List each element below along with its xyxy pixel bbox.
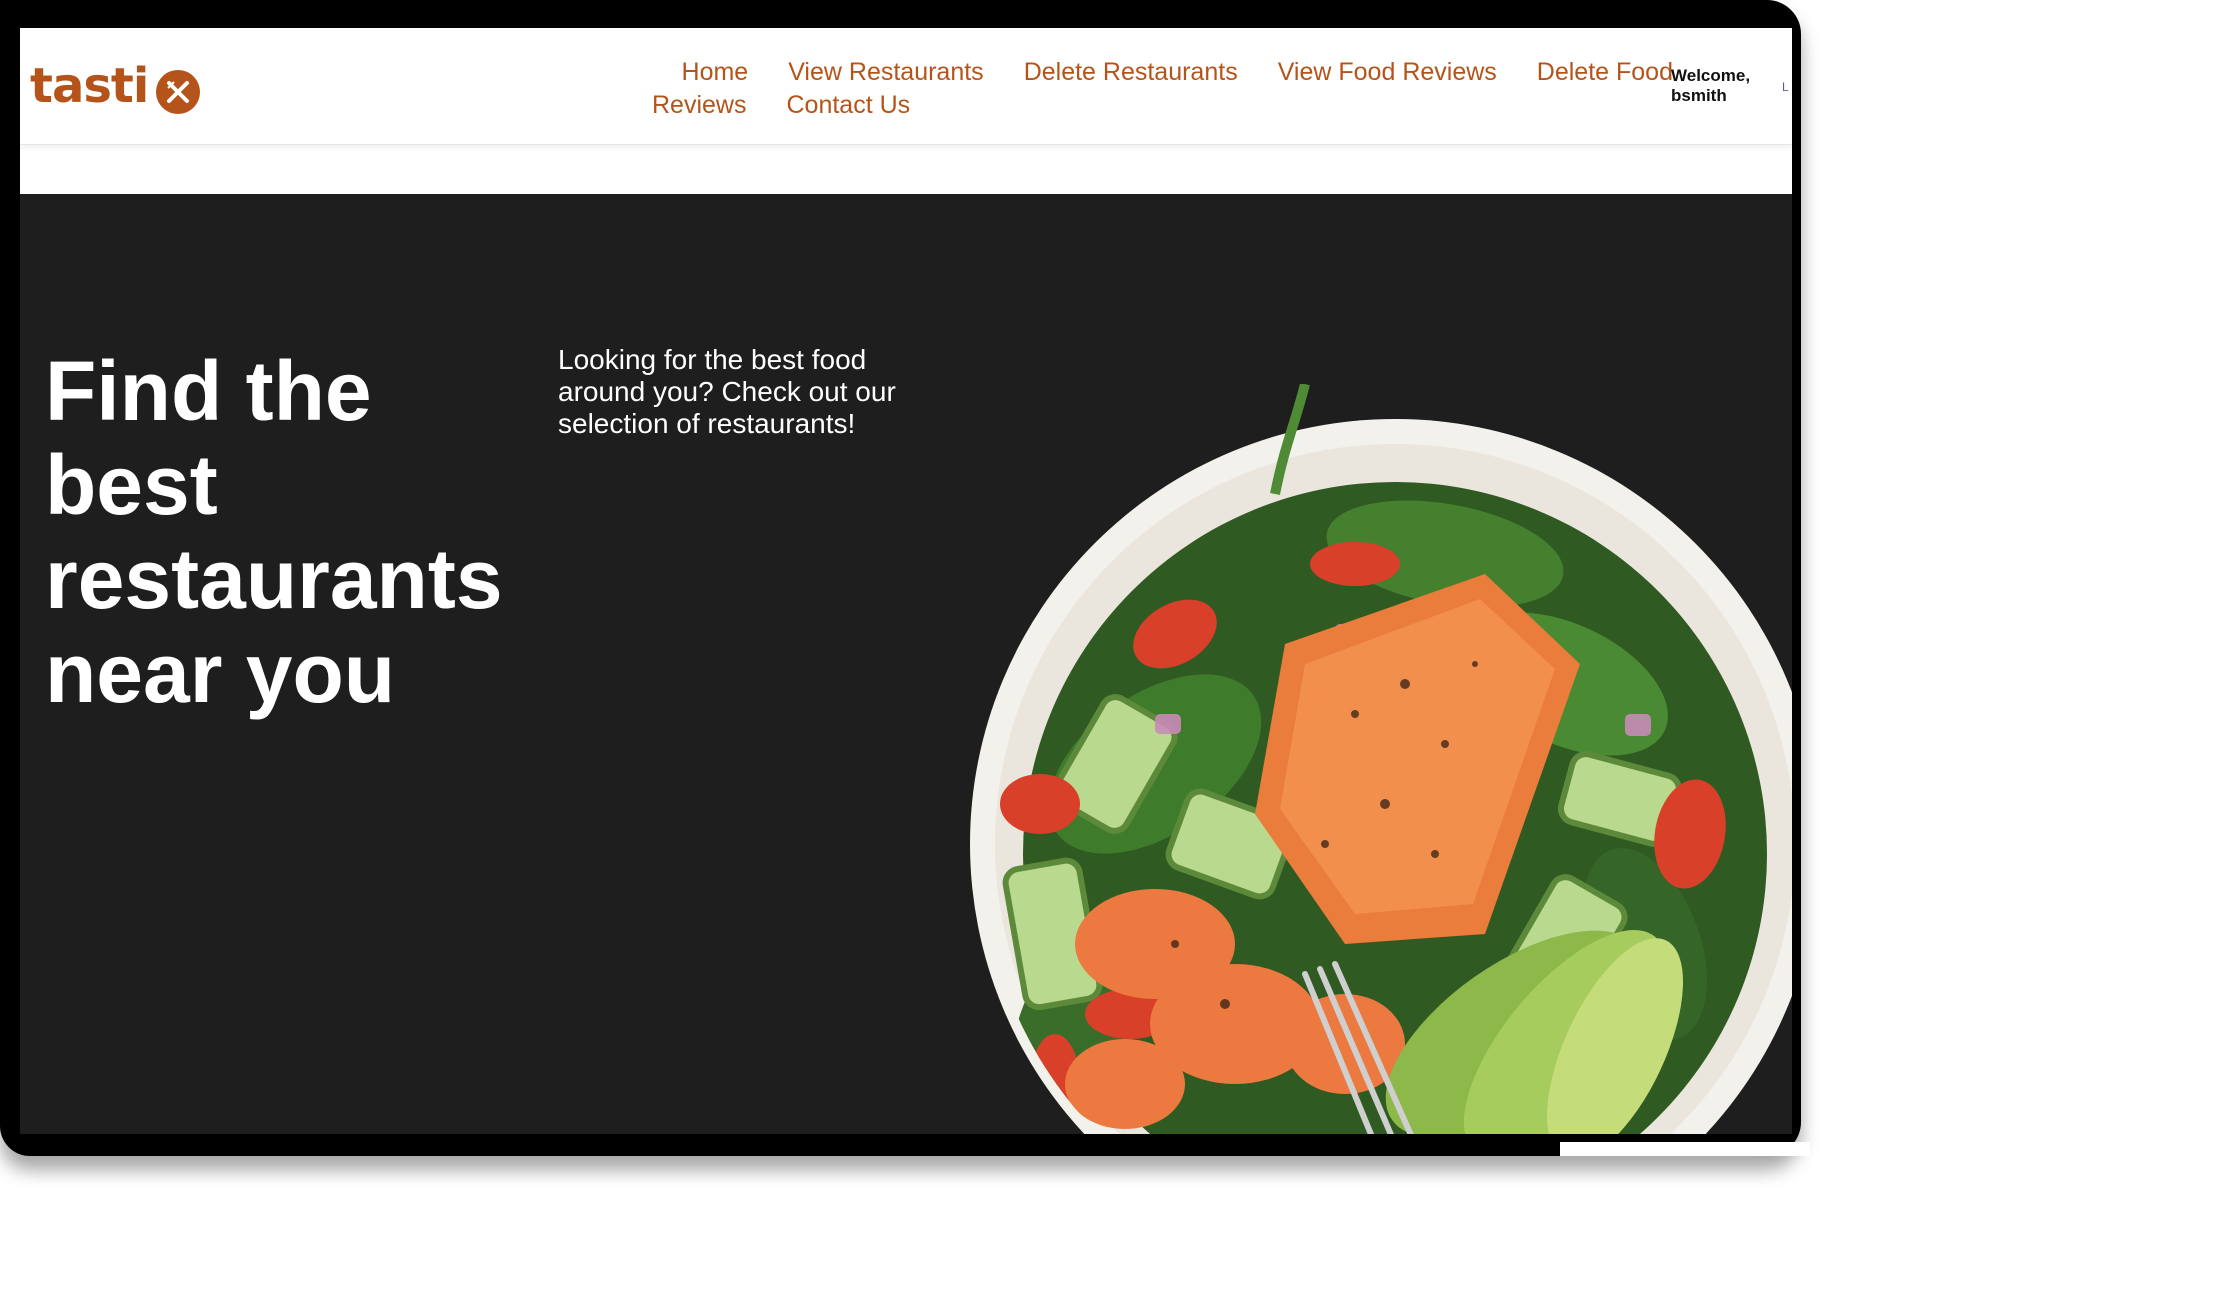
hero-section: Find the best restaurants near you Looki… (20, 194, 1792, 1134)
fork-knife-icon (156, 70, 201, 114)
welcome-label: Welcome, (1671, 66, 1751, 85)
brand-logo[interactable]: tasti (30, 58, 201, 114)
top-navbar: tasti Home View Restaurants Delete Resta… (20, 28, 1792, 145)
hero-title: Find the best restaurants near you (45, 344, 503, 720)
salmon-salad-bowl-image (970, 384, 1792, 1134)
nav-view-restaurants[interactable]: View Restaurants (788, 58, 983, 87)
main-navigation: Home View Restaurants Delete Restaurants… (623, 58, 1693, 120)
nav-home[interactable]: Home (682, 58, 749, 87)
brand-name: tasti (30, 58, 149, 114)
user-greeting: Welcome, bsmith (1671, 66, 1750, 106)
username: bsmith (1671, 86, 1727, 105)
logout-link-clipped[interactable]: L (1782, 80, 1789, 94)
nav-delete-food-reviews[interactable]: Delete Food (1537, 58, 1673, 87)
device-frame: tasti Home View Restaurants Delete Resta… (0, 0, 1801, 1156)
hero-subtitle: Looking for the best food around you? Ch… (558, 344, 896, 439)
nav-delete-restaurants[interactable]: Delete Restaurants (1024, 58, 1238, 87)
browser-viewport: tasti Home View Restaurants Delete Resta… (20, 28, 1792, 1134)
page-background-strip (1560, 1142, 1810, 1156)
nav-view-food-reviews[interactable]: View Food Reviews (1278, 58, 1497, 87)
nav-second-row: Reviews Contact Us (652, 91, 930, 120)
nav-delete-food-reviews-wrap[interactable]: Reviews (652, 91, 746, 120)
nav-contact-us[interactable]: Contact Us (786, 91, 910, 120)
